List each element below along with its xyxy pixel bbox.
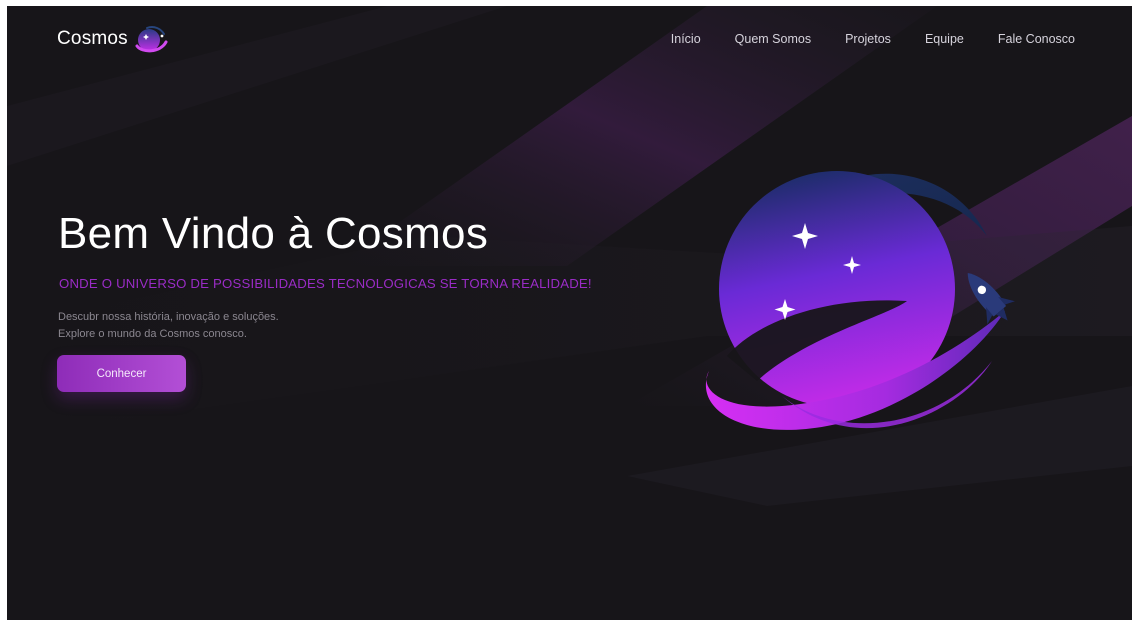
- rocket-icon: [967, 273, 1015, 325]
- nav-item-fale-conosco[interactable]: Fale Conosco: [998, 32, 1075, 46]
- navbar: Cosmos Início Quem Somos Projetos Equipe: [7, 6, 1132, 70]
- hero-title: Bem Vindo à Cosmos: [58, 209, 489, 258]
- brand-name: Cosmos: [57, 28, 128, 49]
- hero-description: Descubr nossa história, inovação e soluç…: [58, 309, 279, 343]
- nav-item-equipe[interactable]: Equipe: [925, 32, 964, 46]
- hero-tagline: ONDE O UNIVERSO DE POSSIBILIDADES TECNOL…: [59, 276, 592, 291]
- hero-description-line-1: Descubr nossa história, inovação e soluç…: [58, 311, 279, 323]
- hero-illustration: [705, 171, 1015, 430]
- nav-item-inicio[interactable]: Início: [671, 32, 701, 46]
- nav-item-quem-somos[interactable]: Quem Somos: [735, 32, 811, 46]
- page-frame: Cosmos Início Quem Somos Projetos Equipe: [7, 6, 1132, 620]
- hero-description-line-2: Explore o mundo da Cosmos conosco.: [58, 328, 247, 340]
- nav-menu: Início Quem Somos Projetos Equipe Fale C…: [671, 32, 1075, 46]
- brand[interactable]: Cosmos: [57, 22, 168, 56]
- nav-item-projetos[interactable]: Projetos: [845, 32, 891, 46]
- conhecer-button[interactable]: Conhecer: [57, 355, 186, 392]
- planet-logo-icon: [135, 25, 168, 53]
